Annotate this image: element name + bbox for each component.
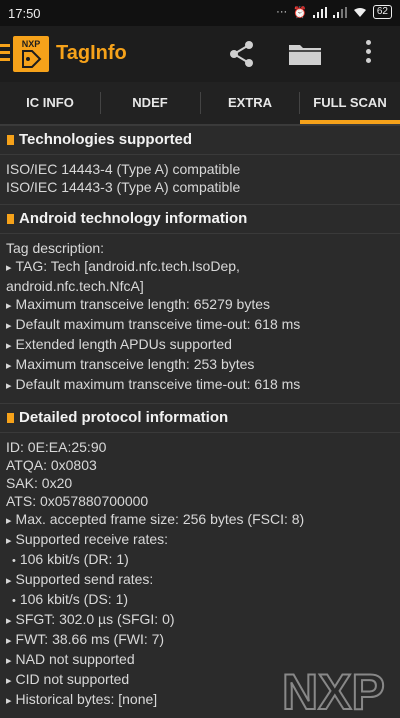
- info-line: Max. accepted frame size: 256 bytes (FSC…: [6, 510, 394, 530]
- status-time: 17:50: [8, 6, 41, 21]
- app-bar: NXP TagInfo: [0, 26, 400, 82]
- more-vert-icon[interactable]: [364, 40, 372, 68]
- signal-icon: [332, 6, 347, 18]
- info-line: SFGT: 302.0 µs (SFGI: 0): [6, 610, 394, 630]
- info-line: android.nfc.tech.NfcA]: [6, 278, 144, 294]
- info-line: Extended length APDUs supported: [6, 335, 394, 355]
- info-line: Maximum transceive length: 65279 bytes: [6, 295, 394, 315]
- info-line: Maximum transceive length: 253 bytes: [6, 355, 394, 375]
- info-line: ISO/IEC 14443-4 (Type A) compatible: [6, 161, 241, 177]
- app-logo: NXP: [13, 36, 49, 72]
- share-icon[interactable]: [228, 40, 256, 68]
- signal-icon: [312, 6, 327, 18]
- battery-icon: 62: [372, 5, 392, 19]
- tab-extra[interactable]: EXTRA: [201, 82, 299, 124]
- section-android: Tag description: TAG: Tech [android.nfc.…: [0, 234, 400, 403]
- info-line: 106 kbit/s (DR: 1): [6, 550, 394, 570]
- app-logo-text: NXP: [21, 39, 41, 49]
- info-line: Supported send rates:: [6, 570, 394, 590]
- tag-icon: [22, 50, 42, 68]
- tab-ic-info[interactable]: IC INFO: [0, 82, 100, 124]
- info-line: Supported receive rates:: [6, 530, 394, 550]
- watermark-text: NXP: [282, 667, 385, 711]
- tab-bar: IC INFO NDEF EXTRA FULL SCAN: [0, 82, 400, 125]
- section-title-android: Android technology information: [0, 204, 400, 234]
- folder-icon[interactable]: [288, 42, 322, 66]
- info-line: ATQA: 0x0803: [6, 457, 97, 473]
- menu-icon[interactable]: [0, 44, 10, 62]
- info-line: Default maximum transceive time-out: 618…: [6, 315, 394, 335]
- info-line: FWT: 38.66 ms (FWI: 7): [6, 630, 394, 650]
- status-bar: 17:50 ··· ⏰ 62: [0, 0, 400, 26]
- wifi-icon: [353, 7, 366, 17]
- info-line: ID: 0E:EA:25:90: [6, 439, 107, 455]
- scan-results[interactable]: Technologies supported ISO/IEC 14443-4 (…: [0, 125, 400, 718]
- status-icons: ··· ⏰ 62: [276, 5, 392, 19]
- info-line: TAG: Tech [android.nfc.tech.IsoDep,: [6, 257, 394, 277]
- section-title-technologies: Technologies supported: [0, 125, 400, 155]
- info-line: ISO/IEC 14443-3 (Type A) compatible: [6, 179, 241, 195]
- info-line: Default maximum transceive time-out: 618…: [6, 375, 394, 395]
- info-line: Tag description:: [6, 240, 105, 256]
- alarm-icon: ⏰: [293, 6, 307, 19]
- tab-full-scan[interactable]: FULL SCAN: [300, 82, 400, 124]
- nxp-watermark-logo: NXP: [282, 667, 386, 711]
- app-title: TagInfo: [56, 42, 127, 64]
- section-technologies: ISO/IEC 14443-4 (Type A) compatible ISO/…: [0, 155, 400, 204]
- tab-ndef[interactable]: NDEF: [101, 82, 199, 124]
- info-line: ATS: 0x057880700000: [6, 493, 149, 509]
- notification-dots-icon: ···: [276, 6, 288, 18]
- section-title-protocol: Detailed protocol information: [0, 403, 400, 433]
- info-line: 106 kbit/s (DS: 1): [6, 590, 394, 610]
- info-line: SAK: 0x20: [6, 475, 73, 491]
